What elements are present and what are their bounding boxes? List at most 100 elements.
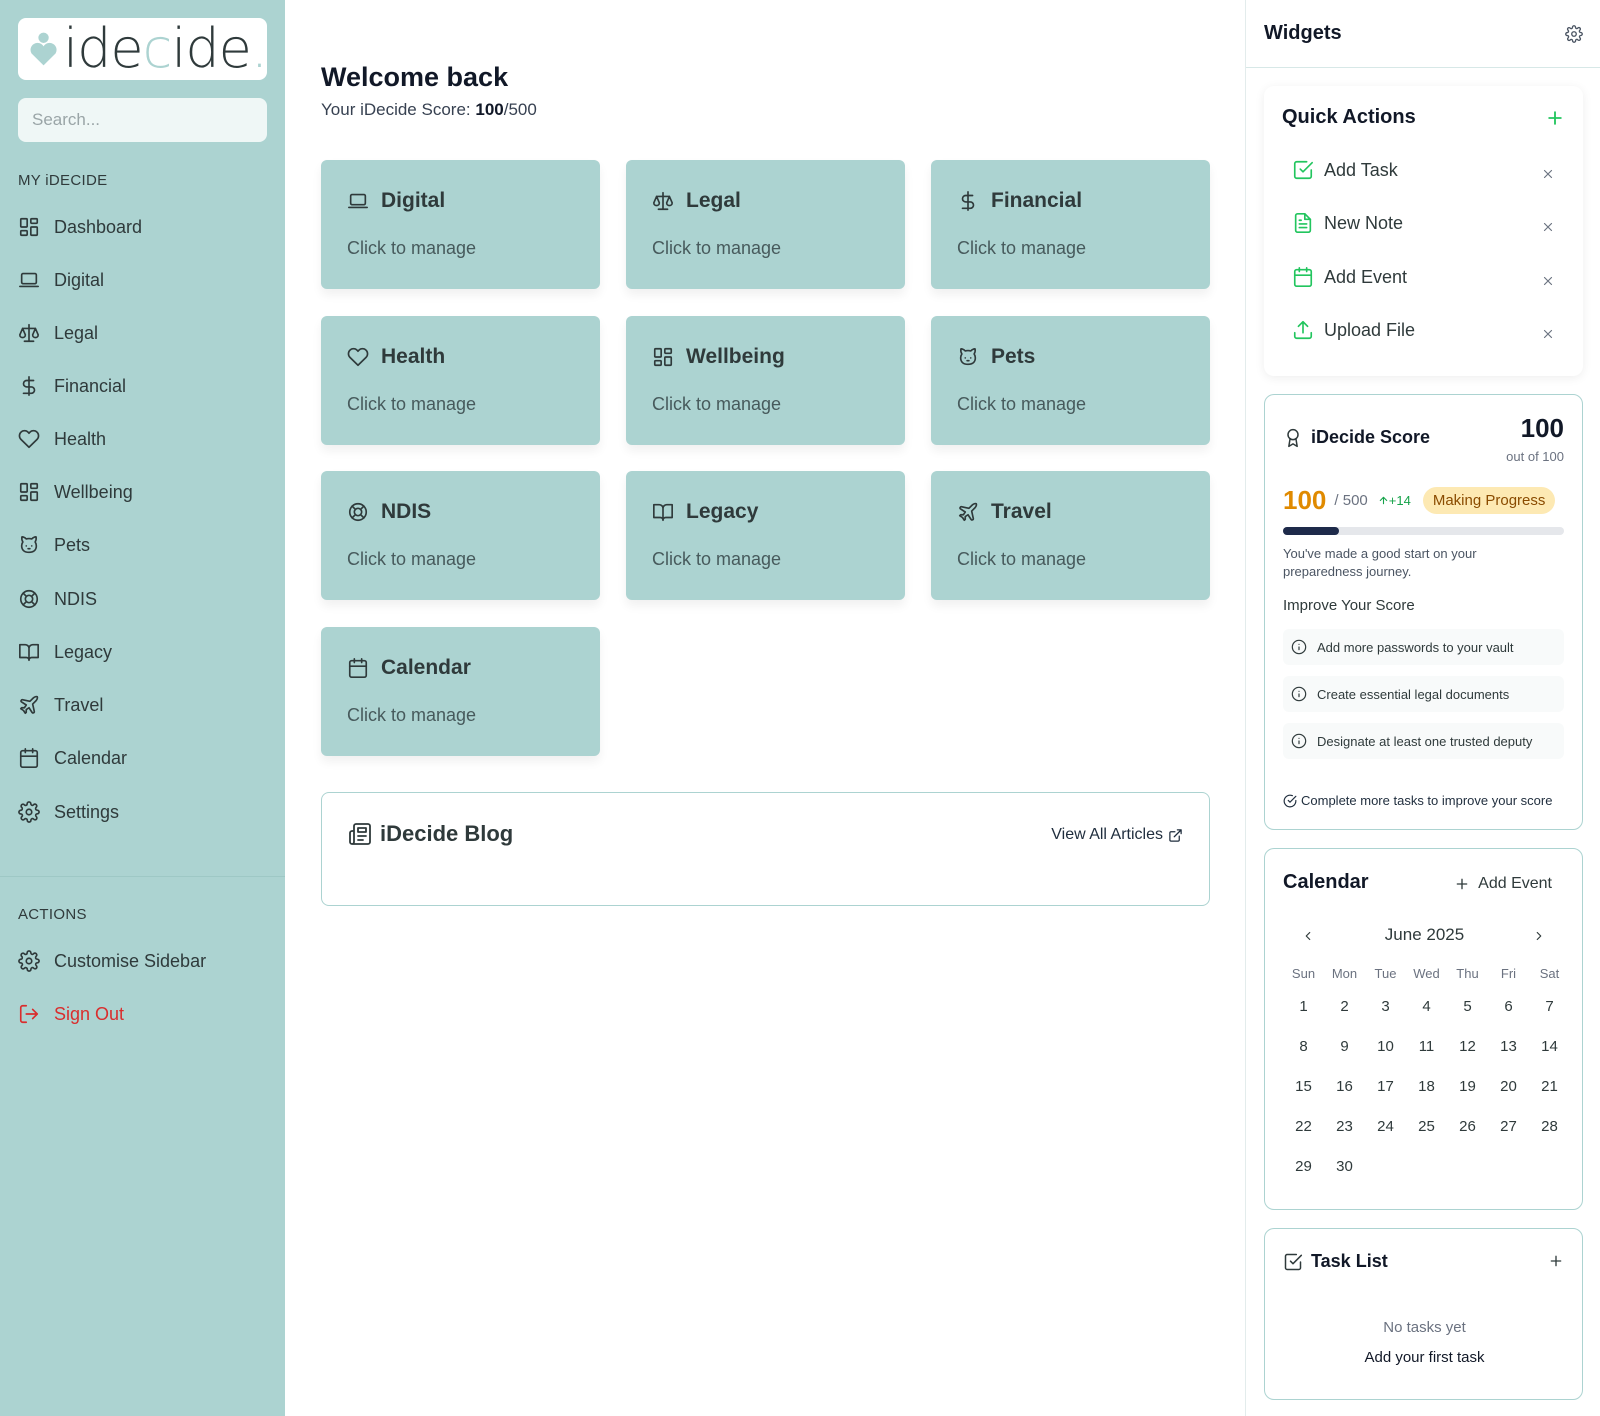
category-card-digital[interactable]: Digital Click to manage: [321, 160, 600, 289]
calendar-day[interactable]: 12: [1447, 1027, 1488, 1067]
calendar-day[interactable]: 24: [1365, 1107, 1406, 1147]
calendar-day[interactable]: 14: [1529, 1027, 1570, 1067]
score-delta: +14: [1378, 493, 1411, 508]
award-icon: [1283, 428, 1303, 448]
close-icon[interactable]: [1541, 274, 1555, 288]
calendar-day[interactable]: 30: [1324, 1147, 1365, 1187]
info-icon: [1291, 639, 1307, 655]
category-card-ndis[interactable]: NDIS Click to manage: [321, 471, 600, 600]
sidebar-item-financial[interactable]: Financial: [18, 371, 126, 401]
sidebar-item-travel[interactable]: Travel: [18, 690, 103, 720]
calendar-day[interactable]: 15: [1283, 1067, 1324, 1107]
calendar-icon: [347, 657, 369, 679]
score-tip[interactable]: Create essential legal documents: [1283, 676, 1564, 712]
score-progress-fill: [1283, 527, 1340, 535]
calendar-day[interactable]: 26: [1447, 1107, 1488, 1147]
widgets-panel: Widgets Quick Actions Add Task New Note …: [1245, 0, 1600, 1416]
book-icon: [652, 501, 674, 523]
score-total: / 500: [1334, 492, 1368, 509]
calendar-day[interactable]: 28: [1529, 1107, 1570, 1147]
idecide-score-widget: iDecide Score 100 out of 100 100 / 500 +…: [1264, 394, 1583, 830]
sidebar-item-digital[interactable]: Digital: [18, 265, 104, 295]
calendar-widget: Calendar Add Event June 2025 Sun Mon Tue We…: [1264, 848, 1583, 1210]
calendar-day[interactable]: 4: [1406, 987, 1447, 1027]
add-first-task-link[interactable]: Add your first task: [1265, 1349, 1584, 1366]
category-card-financial[interactable]: Financial Click to manage: [931, 160, 1210, 289]
idecide-logo[interactable]: idecide.: [18, 17, 268, 80]
calendar-day[interactable]: 9: [1324, 1027, 1365, 1067]
sidebar-item-settings[interactable]: Settings: [18, 797, 119, 827]
calendar-day[interactable]: 11: [1406, 1027, 1447, 1067]
category-card-travel[interactable]: Travel Click to manage: [931, 471, 1210, 600]
quick-action-add-event[interactable]: Add Event: [1292, 266, 1407, 288]
category-card-legacy[interactable]: Legacy Click to manage: [626, 471, 905, 600]
quick-action-add-task[interactable]: Add Task: [1292, 159, 1398, 181]
calendar-day[interactable]: 23: [1324, 1107, 1365, 1147]
calendar-day[interactable]: 2: [1324, 987, 1365, 1027]
sidebar-item-ndis[interactable]: NDIS: [18, 584, 97, 614]
sidebar-item-wellbeing[interactable]: Wellbeing: [18, 477, 133, 507]
category-card-health[interactable]: Health Click to manage: [321, 316, 600, 445]
close-icon[interactable]: [1541, 327, 1555, 341]
blog-panel: iDecide Blog View All Articles: [321, 792, 1210, 906]
calendar-day[interactable]: 29: [1283, 1147, 1324, 1187]
empty-state-text: No tasks yet: [1383, 1319, 1466, 1336]
grid-icon: [18, 481, 40, 503]
scale-icon: [18, 322, 40, 344]
calendar-day[interactable]: 13: [1488, 1027, 1529, 1067]
calendar-day[interactable]: 21: [1529, 1067, 1570, 1107]
calendar-day[interactable]: 16: [1324, 1067, 1365, 1107]
calendar-day[interactable]: 20: [1488, 1067, 1529, 1107]
close-icon[interactable]: [1541, 220, 1555, 234]
gear-icon[interactable]: [1565, 25, 1583, 43]
plus-icon[interactable]: [1548, 1253, 1564, 1269]
quick-action-new-note[interactable]: New Note: [1292, 212, 1403, 234]
sidebar-item-dashboard[interactable]: Dashboard: [18, 212, 142, 242]
plus-icon[interactable]: [1545, 108, 1565, 128]
calendar-day[interactable]: 8: [1283, 1027, 1324, 1067]
file-text-icon: [1292, 212, 1314, 234]
view-all-articles-link[interactable]: View All Articles: [1051, 826, 1183, 844]
calendar-day[interactable]: 3: [1365, 987, 1406, 1027]
category-card-pets[interactable]: Pets Click to manage: [931, 316, 1210, 445]
score-tip[interactable]: Designate at least one trusted deputy: [1283, 723, 1564, 759]
heart-logo-icon: [30, 32, 57, 66]
sidebar-item-pets[interactable]: Pets: [18, 530, 90, 560]
chevron-right-icon[interactable]: [1532, 929, 1546, 943]
calendar-day[interactable]: 1: [1283, 987, 1324, 1027]
calendar-weekday: Mon: [1331, 966, 1358, 981]
category-card-wellbeing[interactable]: Wellbeing Click to manage: [626, 316, 905, 445]
logo-text: idecide.: [63, 17, 268, 80]
main-content: Welcome back Your iDecide Score: 100/500…: [285, 0, 1245, 1416]
calendar-day[interactable]: 6: [1488, 987, 1529, 1027]
calendar-day[interactable]: 17: [1365, 1067, 1406, 1107]
score-tip[interactable]: Add more passwords to your vault: [1283, 629, 1564, 665]
calendar-day[interactable]: 25: [1406, 1107, 1447, 1147]
calendar-day[interactable]: 22: [1283, 1107, 1324, 1147]
sidebar-item-legacy[interactable]: Legacy: [18, 637, 112, 667]
score-summary: Your iDecide Score: 100/500: [321, 100, 537, 119]
close-icon[interactable]: [1541, 167, 1555, 181]
add-event-button[interactable]: Add Event: [1454, 875, 1552, 893]
score-title: iDecide Score: [1311, 427, 1431, 447]
sidebar-item-legal[interactable]: Legal: [18, 318, 98, 348]
calendar-day[interactable]: 5: [1447, 987, 1488, 1027]
task-list-title: Task List: [1311, 1251, 1388, 1271]
calendar-day[interactable]: 27: [1488, 1107, 1529, 1147]
sidebar-item-health[interactable]: Health: [18, 424, 106, 454]
calendar-day[interactable]: 18: [1406, 1067, 1447, 1107]
sign-out-button[interactable]: Sign Out: [18, 999, 124, 1029]
category-card-calendar[interactable]: Calendar Click to manage: [321, 627, 600, 756]
calendar-day[interactable]: 7: [1529, 987, 1570, 1027]
category-card-legal[interactable]: Legal Click to manage: [626, 160, 905, 289]
quick-action-upload-file[interactable]: Upload File: [1292, 319, 1415, 341]
score-value: 100: [1283, 485, 1327, 515]
plane-icon: [18, 694, 40, 716]
check-circle-icon: [1283, 794, 1297, 808]
search-input[interactable]: [18, 98, 267, 142]
sidebar-item-calendar[interactable]: Calendar: [18, 743, 127, 773]
lifebuoy-icon: [18, 588, 40, 610]
customise-sidebar-button[interactable]: Customise Sidebar: [18, 946, 206, 976]
calendar-day[interactable]: 10: [1365, 1027, 1406, 1067]
calendar-day[interactable]: 19: [1447, 1067, 1488, 1107]
